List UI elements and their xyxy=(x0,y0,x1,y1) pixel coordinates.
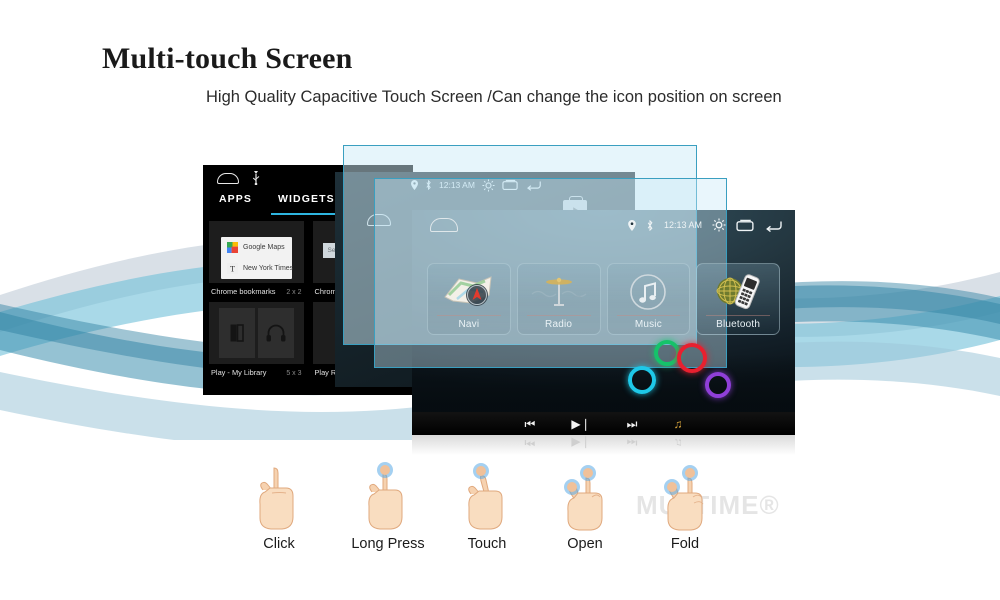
media-control-reflection: ⏮ ▶❘ ⏭ ♫ xyxy=(412,435,795,455)
widget-caption: Chrome bookmarks 2 x 2 xyxy=(209,283,304,296)
hand-click-icon xyxy=(229,462,329,534)
widget-thumbnail xyxy=(209,302,304,364)
gesture-row: Click Long Press Touch Open Fold xyxy=(235,462,735,567)
back-icon[interactable] xyxy=(765,219,783,232)
widget-item-chrome-bookmarks[interactable]: Google Maps T New York Times Chrome book… xyxy=(209,221,304,296)
music-note-button-reflection: ♫ xyxy=(673,436,683,450)
brightness-icon[interactable] xyxy=(712,218,726,232)
touch-ring-green xyxy=(654,340,680,366)
book-icon xyxy=(230,324,244,342)
play-pause-button-reflection: ▶❘ xyxy=(571,436,591,450)
library-half-music xyxy=(257,308,294,358)
tile-divider xyxy=(616,315,681,316)
widget-caption: Play - My Library 5 x 3 xyxy=(209,364,304,377)
gesture-open: Open xyxy=(535,462,635,552)
radio-antenna-icon xyxy=(518,270,600,314)
touch-ring-purple xyxy=(705,372,731,398)
bluetooth-icon xyxy=(647,219,653,231)
tab-widgets[interactable]: WIDGETS xyxy=(278,193,335,205)
nytimes-icon: T xyxy=(227,263,238,274)
bluetooth-phone-icon xyxy=(697,270,779,314)
widget-name: Chrome bookmarks xyxy=(211,287,276,296)
previous-button[interactable]: ⏮ xyxy=(525,418,536,430)
music-note-circle-icon xyxy=(608,270,690,314)
front-status-bar: 12:13 AM xyxy=(628,217,783,233)
app-tile-grid: Navi Radio Music Bluetooth xyxy=(427,263,780,335)
gesture-click: Click xyxy=(229,462,329,552)
next-button[interactable]: ⏭ xyxy=(627,418,638,430)
library-half-books xyxy=(219,308,255,358)
bookmark-row: T New York Times xyxy=(221,258,294,279)
page-root: Multi-touch Screen High Quality Capaciti… xyxy=(0,0,1000,600)
hand-touch-icon xyxy=(437,462,537,534)
app-tile-radio[interactable]: Radio xyxy=(516,263,601,335)
map-navigation-icon xyxy=(428,270,510,314)
widget-size: 5 x 3 xyxy=(286,370,302,377)
home-icon[interactable] xyxy=(217,173,239,184)
hand-pinch-fold-icon xyxy=(635,462,735,534)
gesture-long-press: Long Press xyxy=(338,462,438,552)
bookmarks-card: Google Maps T New York Times xyxy=(221,237,294,279)
media-control-bar: ⏮ ▶❘ ⏭ ♫ xyxy=(412,412,795,435)
page-subtitle: High Quality Capacitive Touch Screen /Ca… xyxy=(206,88,782,106)
tile-divider xyxy=(706,315,770,316)
touch-ring-cyan xyxy=(628,366,656,394)
widget-name: Play - My Library xyxy=(211,368,267,377)
hand-long-press-icon xyxy=(338,462,438,534)
svg-text:T: T xyxy=(230,265,235,274)
front-clock: 12:13 AM xyxy=(663,220,702,230)
usb-icon xyxy=(252,171,260,185)
tile-divider xyxy=(526,315,591,316)
headphones-icon xyxy=(266,324,286,342)
play-pause-button[interactable]: ▶❘ xyxy=(571,418,590,430)
gesture-label: Long Press xyxy=(351,536,425,552)
hand-pinch-open-icon xyxy=(535,462,635,534)
library-split xyxy=(219,308,294,358)
app-tile-music[interactable]: Music xyxy=(606,263,691,335)
next-button-reflection: ⏭ xyxy=(626,436,638,450)
tile-divider xyxy=(437,315,501,316)
home-icon[interactable] xyxy=(430,218,458,232)
touch-ring-red xyxy=(677,343,707,373)
previous-button-reflection: ⏮ xyxy=(524,436,536,450)
bookmark-label: Google Maps xyxy=(243,244,285,251)
gesture-fold: Fold xyxy=(635,462,735,552)
bookmark-label: New York Times xyxy=(243,265,294,272)
page-title: Multi-touch Screen xyxy=(102,42,353,75)
gesture-touch: Touch xyxy=(437,462,537,552)
gesture-label: Open xyxy=(567,536,603,552)
widget-thumbnail: Google Maps T New York Times xyxy=(209,221,304,283)
gesture-label: Fold xyxy=(670,536,700,552)
location-pin-icon xyxy=(628,219,636,231)
app-tile-bluetooth[interactable]: Bluetooth xyxy=(696,263,780,335)
app-tile-label: Navi xyxy=(458,319,480,330)
google-maps-icon xyxy=(227,242,238,253)
recents-icon[interactable] xyxy=(736,219,755,232)
app-tile-navi[interactable]: Navi xyxy=(427,263,511,335)
tab-active-underline xyxy=(271,212,343,215)
widget-item-play-my-library[interactable]: Play - My Library 5 x 3 xyxy=(209,302,304,377)
app-tile-label: Bluetooth xyxy=(716,319,761,330)
app-tile-label: Music xyxy=(634,319,662,330)
music-note-button[interactable]: ♫ xyxy=(673,418,682,430)
widget-size: 2 x 2 xyxy=(286,289,302,296)
bookmark-row: Google Maps xyxy=(221,237,292,258)
app-tile-label: Radio xyxy=(545,319,573,330)
tab-apps[interactable]: APPS xyxy=(219,193,252,205)
gesture-label: Click xyxy=(263,536,295,552)
gesture-label: Touch xyxy=(467,536,507,552)
